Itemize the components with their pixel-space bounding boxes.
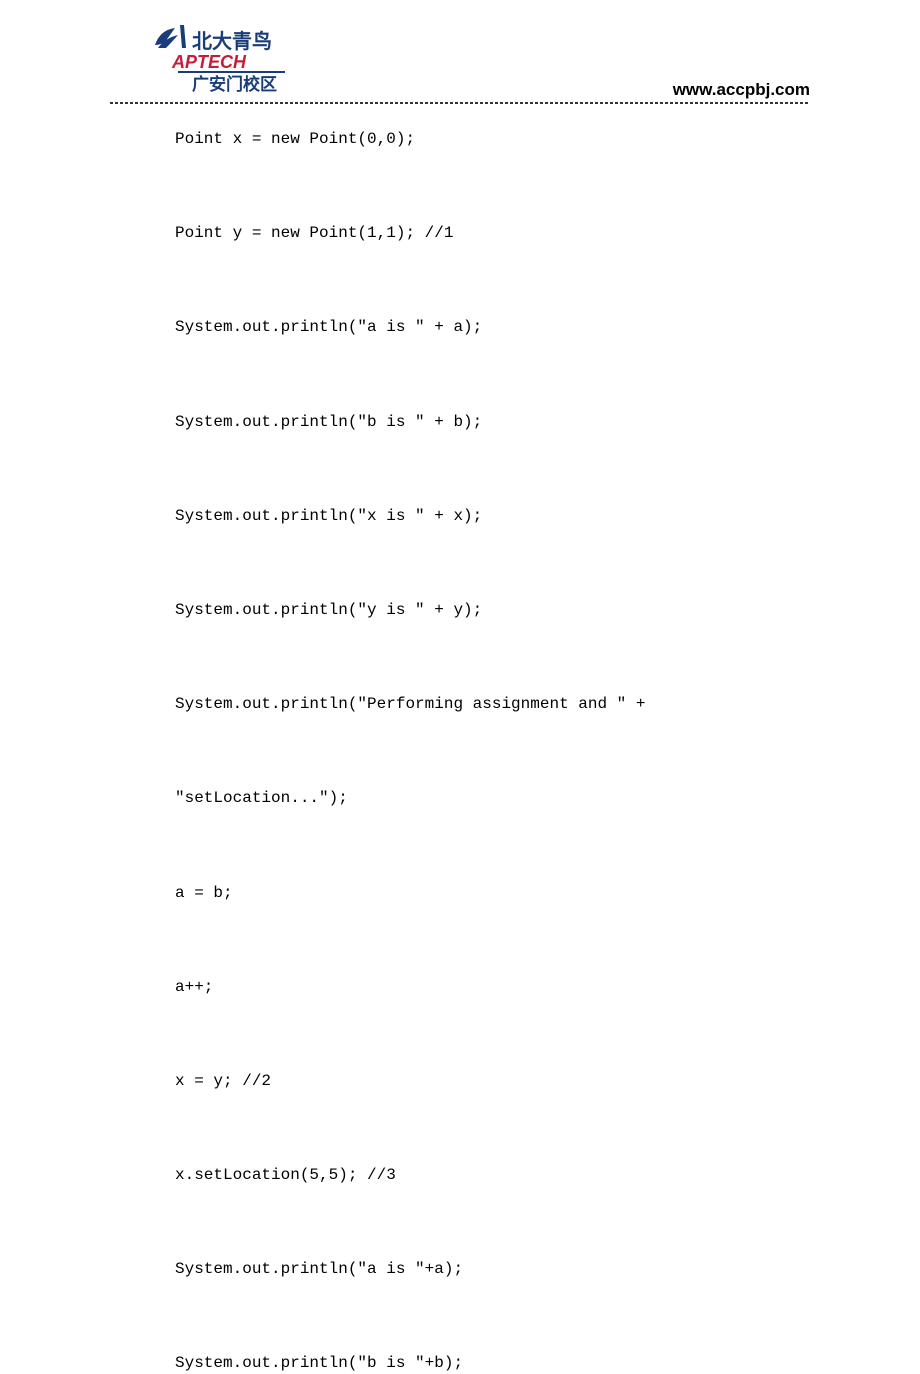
code-line: System.out.println("b is " + b); [175,413,810,432]
code-line: System.out.println("y is " + y); [175,601,810,620]
code-line: a = b; [175,884,810,903]
code-content: Point x = new Point(0,0); Point y = new … [175,130,810,1374]
code-line: Point x = new Point(0,0); [175,130,810,149]
header-url: www.accpbj.com [673,80,810,100]
code-line: "setLocation..."); [175,789,810,808]
code-line: Point y = new Point(1,1); //1 [175,224,810,243]
code-line: System.out.println("x is " + x); [175,507,810,526]
company-logo: 北大青鸟 APTECH 广安门校区 [150,20,290,95]
code-line: x.setLocation(5,5); //3 [175,1166,810,1185]
logo-text-top: 北大青鸟 [192,29,272,53]
code-line: System.out.println("Performing assignmen… [175,695,810,714]
logo-text-brand: APTECH [171,52,247,72]
code-line: System.out.println("a is " + a); [175,318,810,337]
logo-text-bottom: 广安门校区 [192,74,277,94]
page-header: 北大青鸟 APTECH 广安门校区 www.accpbj.com [0,0,920,105]
code-line: x = y; //2 [175,1072,810,1091]
code-line: a++; [175,978,810,997]
header-divider [110,102,810,104]
code-line: System.out.println("b is "+b); [175,1354,810,1373]
code-line: System.out.println("a is "+a); [175,1260,810,1279]
